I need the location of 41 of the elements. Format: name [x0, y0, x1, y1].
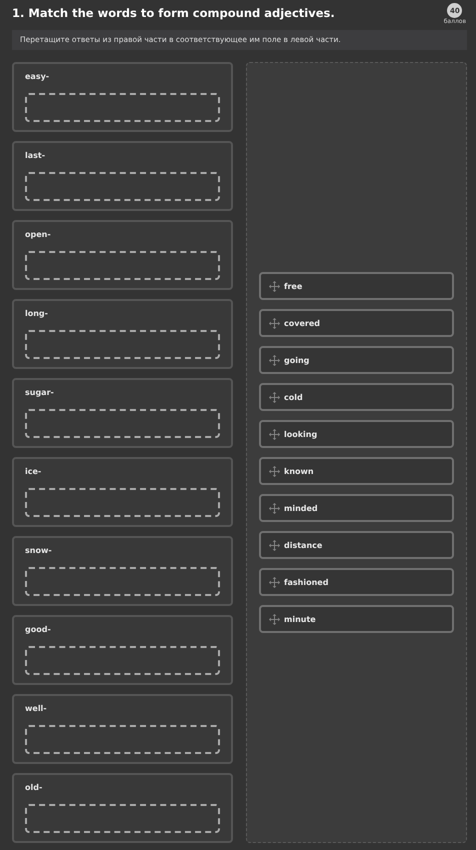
move-icon	[269, 502, 280, 514]
drop-zone[interactable]	[25, 409, 220, 438]
prompt-label: long-	[25, 309, 49, 320]
drop-zone[interactable]	[25, 172, 220, 201]
prompt-label: old-	[25, 783, 44, 794]
prompt-label: easy-	[25, 72, 50, 83]
move-icon	[269, 540, 280, 550]
drop-zone[interactable]	[25, 646, 220, 675]
answer-chip[interactable]: covered	[259, 309, 454, 337]
drop-zone[interactable]	[25, 725, 220, 754]
move-icon	[269, 392, 280, 402]
prompt-label: snow-	[25, 546, 53, 557]
move-icon	[269, 576, 280, 588]
prompt-label: good-	[25, 625, 52, 636]
move-icon	[269, 466, 280, 476]
drop-zone[interactable]	[25, 251, 220, 280]
drop-zone[interactable]	[25, 804, 220, 833]
move-icon	[269, 280, 280, 292]
drop-zone[interactable]	[25, 567, 220, 596]
drop-zone[interactable]	[25, 488, 220, 517]
answer-chip[interactable]: going	[259, 346, 454, 374]
answer-chip[interactable]: fashioned	[259, 568, 454, 596]
prompt-label: last-	[25, 151, 46, 162]
answer-chip[interactable]: looking	[259, 420, 454, 448]
drop-zone[interactable]	[25, 93, 220, 122]
drop-zone[interactable]	[25, 330, 220, 359]
move-icon	[269, 354, 280, 366]
move-icon	[269, 614, 280, 624]
answer-chip[interactable]: minded	[259, 494, 454, 522]
answer-chip[interactable]: free	[259, 272, 454, 300]
answer-chip[interactable]: minute	[259, 605, 454, 633]
prompt-label: open-	[25, 230, 52, 241]
prompt-label: sugar-	[25, 388, 55, 399]
answer-chip[interactable]: known	[259, 457, 454, 485]
prompt-label: well-	[25, 704, 48, 715]
question-title: 1. Match the words to form compound adjectives.	[12, 6, 335, 20]
move-icon	[269, 318, 280, 328]
answer-chip[interactable]: distance	[259, 531, 454, 559]
answer-chip[interactable]: cold	[259, 383, 454, 411]
move-icon	[269, 428, 280, 440]
prompt-label: ice-	[25, 467, 42, 478]
